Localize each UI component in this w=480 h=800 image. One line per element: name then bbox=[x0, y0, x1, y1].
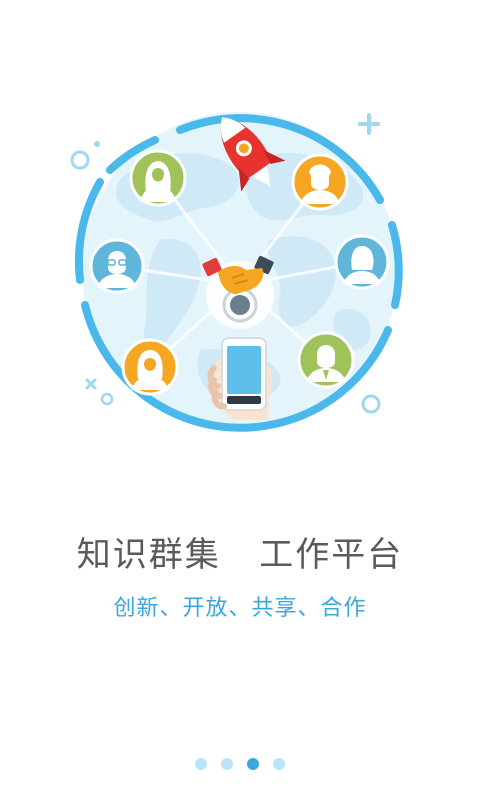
hub-center bbox=[230, 295, 250, 315]
onboarding-headline: 知识群集 工作平台 bbox=[76, 535, 404, 575]
avatar-man-bottom-right bbox=[297, 331, 355, 389]
avatar-man-top-right bbox=[291, 153, 349, 211]
onboarding-illustration bbox=[70, 112, 403, 432]
avatar-woman-bottom-left bbox=[121, 338, 179, 396]
decor-cross-left bbox=[85, 378, 97, 390]
decor-dot-left bbox=[94, 141, 100, 147]
onboarding-subtitle: 创新、开放、共享、合作 bbox=[113, 596, 367, 621]
decor-ring-right bbox=[361, 394, 381, 414]
decor-ring-small bbox=[100, 392, 114, 406]
page-dot-3-active[interactable] bbox=[247, 758, 259, 770]
page-dot-2[interactable] bbox=[221, 758, 233, 770]
page-indicator bbox=[0, 757, 480, 771]
page-dot-4[interactable] bbox=[273, 758, 285, 770]
avatar-woman-top-left bbox=[129, 149, 187, 207]
avatar-woman-right bbox=[334, 234, 390, 290]
decor-plus-right bbox=[358, 113, 380, 135]
avatar-man-glasses-left bbox=[89, 238, 145, 294]
decor-ring-left bbox=[70, 150, 90, 170]
page-dot-1[interactable] bbox=[195, 758, 207, 770]
